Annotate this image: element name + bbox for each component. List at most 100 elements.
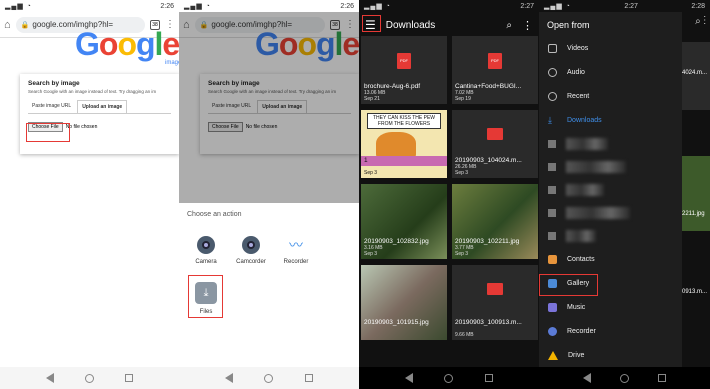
dialog-description: Search Google with an image instead of t… bbox=[28, 89, 157, 94]
drawer-item-label: Downloads bbox=[567, 116, 602, 124]
drawer-item-redacted[interactable] bbox=[539, 178, 682, 201]
no-file-label: No file chosen bbox=[65, 124, 98, 130]
drawer-item-redacted[interactable] bbox=[539, 201, 682, 224]
signal-icon: ▂▄▆ ◔ bbox=[5, 3, 32, 10]
file-meta: 3.77 MB Sep 3 bbox=[455, 245, 474, 257]
drawer-item-redacted[interactable] bbox=[539, 155, 682, 178]
drawer-item-music[interactable]: Music bbox=[539, 295, 682, 319]
recents-icon[interactable] bbox=[485, 374, 494, 382]
file-tile[interactable]: 20190903_104024.m... 26.26 MB Sep 3 bbox=[452, 110, 538, 178]
file-name: 20190903_102211.jpg bbox=[455, 238, 520, 245]
home-icon[interactable]: ⌂ bbox=[4, 19, 11, 31]
download-icon: ⤓ bbox=[548, 114, 552, 125]
home-nav-icon[interactable] bbox=[264, 373, 274, 383]
file-tile[interactable]: THEY CAN KISS THE PEW FROM THE FLOWERS 1… bbox=[361, 110, 447, 178]
file-name: brochure-Aug-6.pdf bbox=[364, 83, 421, 90]
blurred-icon bbox=[548, 185, 556, 194]
file-name: 20190903_102832.jpg bbox=[364, 238, 429, 245]
bg-tile-label: 4024.m... bbox=[682, 70, 708, 76]
sheet-title: Choose an action bbox=[187, 211, 242, 218]
blurred-icon bbox=[548, 162, 556, 171]
drawer-item-label: Contacts bbox=[567, 255, 595, 263]
app-camera[interactable]: Camera bbox=[191, 236, 221, 265]
app-label: Camcorder bbox=[236, 259, 266, 265]
file-tile[interactable]: PDF brochure-Aug-6.pdf 13.06 MB Sep 21 bbox=[361, 36, 447, 104]
recents-icon[interactable] bbox=[125, 374, 134, 382]
recents-icon[interactable] bbox=[657, 374, 666, 382]
contacts-icon bbox=[548, 254, 557, 264]
comic-ground bbox=[361, 156, 447, 166]
drawer-item-redacted[interactable] bbox=[539, 132, 682, 155]
blurred-icon bbox=[548, 139, 556, 148]
nav-bar bbox=[359, 367, 539, 389]
drawer-item-label: Recorder bbox=[567, 327, 596, 335]
nav-bar bbox=[539, 367, 710, 389]
pdf-icon: PDF bbox=[397, 53, 411, 69]
file-tile[interactable]: 20190903_101915.jpg bbox=[361, 265, 447, 340]
tab-paste-url[interactable]: Paste image URL bbox=[28, 100, 75, 113]
clock-icon bbox=[548, 91, 557, 101]
comic-caption: THEY CAN KISS THE PEW FROM THE FLOWERS bbox=[367, 113, 441, 129]
file-meta: 7.02 MB Sep 19 bbox=[455, 90, 474, 102]
drive-icon bbox=[548, 350, 558, 360]
home-nav-icon[interactable] bbox=[84, 373, 94, 383]
app-label: Recorder bbox=[283, 259, 309, 265]
drawer-item-label: Videos bbox=[567, 44, 589, 52]
logo-subtitle: images bbox=[165, 60, 179, 66]
music-icon bbox=[548, 302, 557, 312]
file-tile[interactable]: 20190903_102211.jpg 3.77 MB Sep 3 bbox=[452, 184, 538, 259]
recorder-icon: 〰 bbox=[289, 237, 303, 253]
video-icon bbox=[548, 43, 557, 53]
blurred-label bbox=[566, 137, 608, 150]
downloads-panel: ▂▄▆ ◔ 2:27 ☰ Downloads ⌕ ⋮ PDF brochure-… bbox=[359, 0, 539, 389]
lock-icon: 🔒 bbox=[20, 21, 30, 29]
highlight-box bbox=[362, 15, 381, 32]
file-name: 20190903_100913.m... bbox=[455, 319, 522, 326]
drawer-item-audio[interactable]: Audio bbox=[539, 60, 682, 84]
status-time: 2:26 bbox=[160, 2, 174, 10]
blurred-label bbox=[566, 206, 630, 219]
file-meta: 3.16 MB Sep 3 bbox=[364, 245, 383, 257]
file-meta: Sep 3 bbox=[364, 170, 378, 176]
file-meta: 26.26 MB Sep 3 bbox=[455, 164, 477, 176]
app-label: Camera bbox=[195, 259, 217, 265]
app-recorder[interactable]: 〰 Recorder bbox=[281, 236, 311, 265]
blurred-icon bbox=[548, 231, 556, 240]
file-tile[interactable]: 20190903_100913.m... 9.66 MB bbox=[452, 265, 538, 340]
drawer-item-drive[interactable]: Drive bbox=[539, 343, 682, 367]
file-name: 20190903_101915.jpg bbox=[364, 319, 429, 326]
drawer-item-videos[interactable]: Videos bbox=[539, 36, 682, 60]
file-tile[interactable]: PDF Cantina+Food+BUGI... 7.02 MB Sep 19 bbox=[452, 36, 538, 104]
file-name: 1 bbox=[364, 157, 368, 164]
drawer-title: Open from bbox=[547, 20, 590, 30]
more-menu-icon[interactable]: ⋮ bbox=[522, 19, 533, 32]
app-camcorder[interactable]: Camcorder bbox=[236, 236, 266, 265]
pdf-icon: PDF bbox=[488, 53, 502, 69]
video-icon bbox=[487, 128, 503, 140]
file-tile[interactable]: 20190903_102832.jpg 3.16 MB Sep 3 bbox=[361, 184, 447, 259]
status-time: 2:27 bbox=[520, 2, 534, 10]
video-icon bbox=[487, 283, 503, 295]
drawer-item-recent[interactable]: Recent bbox=[539, 84, 682, 108]
home-nav-icon[interactable] bbox=[619, 373, 629, 383]
home-nav-icon[interactable] bbox=[444, 373, 454, 383]
back-icon[interactable] bbox=[224, 373, 233, 383]
drawer-item-contacts[interactable]: Contacts bbox=[539, 247, 682, 271]
search-by-image-dialog: Search by image Search Google with an im… bbox=[20, 74, 179, 154]
back-icon[interactable] bbox=[404, 373, 413, 383]
open-from-panel: ▂▄▆ ◔ 2:27 2:28 ⌕ ⋮ 4024.m... 2211.jpg 0… bbox=[539, 0, 710, 389]
file-meta: 13.06 MB Sep 21 bbox=[364, 90, 386, 102]
recents-icon[interactable] bbox=[305, 374, 314, 382]
bg-tile-label: 0913.m... bbox=[682, 289, 708, 295]
background-toolbar: ⌕ ⋮ bbox=[695, 16, 706, 27]
search-icon[interactable]: ⌕ bbox=[506, 20, 512, 31]
drawer-item-downloads[interactable]: ⤓ Downloads bbox=[539, 108, 682, 132]
back-icon[interactable] bbox=[583, 373, 592, 383]
drawer-item-redacted[interactable] bbox=[539, 224, 682, 247]
tab-upload-image[interactable]: Upload an image bbox=[77, 100, 128, 113]
back-icon[interactable] bbox=[45, 373, 54, 383]
signal-icon: ▂▄▆ ◔ bbox=[544, 3, 571, 10]
drawer-item-recorder[interactable]: Recorder bbox=[539, 319, 682, 343]
downloads-toolbar: ☰ Downloads ⌕ ⋮ bbox=[359, 12, 539, 38]
status-time: 2:26 bbox=[340, 2, 354, 10]
